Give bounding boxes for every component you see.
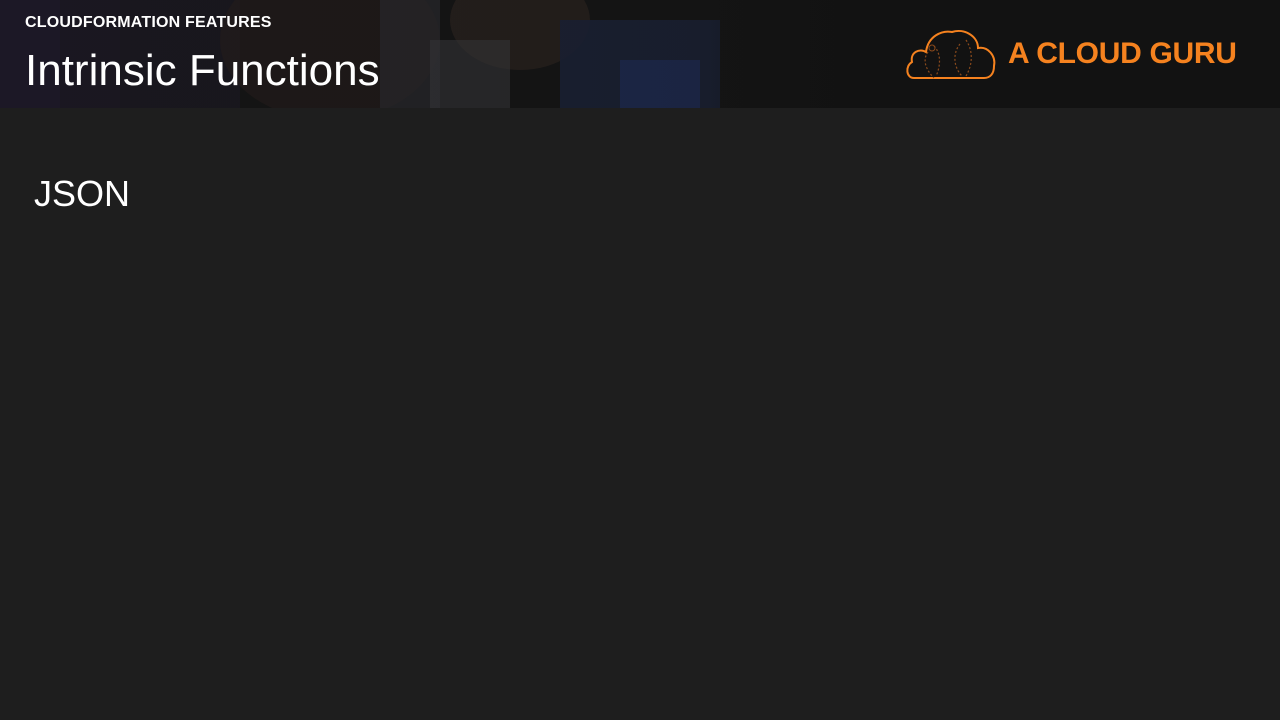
header-bar: CLOUDFORMATION FEATURES Intrinsic Functi… [0, 0, 1280, 108]
cloud-logo-icon [906, 30, 996, 79]
brand-logo: A CLOUD GURU [904, 26, 1244, 82]
content-section-label: JSON [34, 173, 131, 214]
section-kicker: CLOUDFORMATION FEATURES [25, 14, 272, 31]
page-title: Intrinsic Functions [25, 46, 380, 95]
brand-name: A CLOUD GURU [1008, 37, 1237, 70]
